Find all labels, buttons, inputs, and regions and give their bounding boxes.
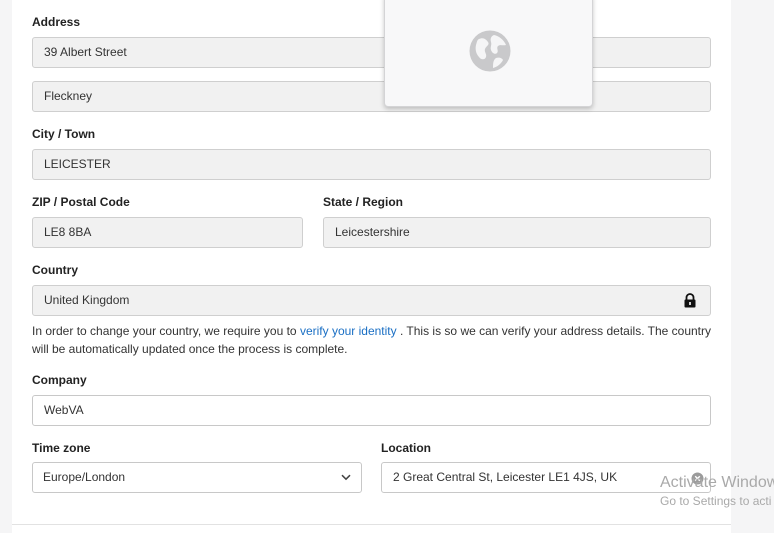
location-label: Location (381, 441, 431, 455)
globe-icon (469, 30, 511, 72)
help-text-before: In order to change your country, we requ… (32, 324, 300, 338)
state-label: State / Region (323, 195, 404, 209)
map-preview-popup (384, 0, 593, 107)
lock-icon (684, 293, 696, 308)
postal-code-field[interactable]: LE8 8BA (32, 217, 303, 248)
city-label: City / Town (32, 127, 96, 141)
country-value: United Kingdom (44, 293, 130, 307)
state-field[interactable]: Leicestershire (323, 217, 711, 248)
card-divider (12, 524, 731, 525)
activate-windows-watermark: Activate Window Go to Settings to acti (660, 474, 774, 508)
watermark-subtitle: Go to Settings to acti (660, 494, 772, 508)
country-help-text: In order to change your country, we requ… (32, 322, 712, 358)
chevron-down-icon (341, 474, 351, 481)
company-field[interactable]: WebVA (32, 395, 711, 426)
profile-form-card (12, 0, 731, 533)
country-field: United Kingdom (32, 285, 711, 316)
location-value: 2 Great Central St, Leicester LE1 4JS, U… (393, 470, 618, 484)
city-field[interactable]: LEICESTER (32, 149, 711, 180)
watermark-title: Activate Window (660, 474, 774, 491)
country-label: Country (32, 263, 78, 277)
postal-code-label: ZIP / Postal Code (32, 195, 130, 209)
address-line1-field[interactable]: 39 Albert Street (32, 37, 711, 68)
verify-identity-link[interactable]: verify your identity (300, 324, 397, 338)
timezone-value: Europe/London (43, 470, 126, 484)
timezone-select[interactable]: Europe/London (32, 462, 362, 493)
company-label: Company (32, 373, 87, 387)
address-line2-field[interactable]: Fleckney (32, 81, 711, 112)
address-label: Address (32, 15, 81, 29)
timezone-label: Time zone (32, 441, 91, 455)
